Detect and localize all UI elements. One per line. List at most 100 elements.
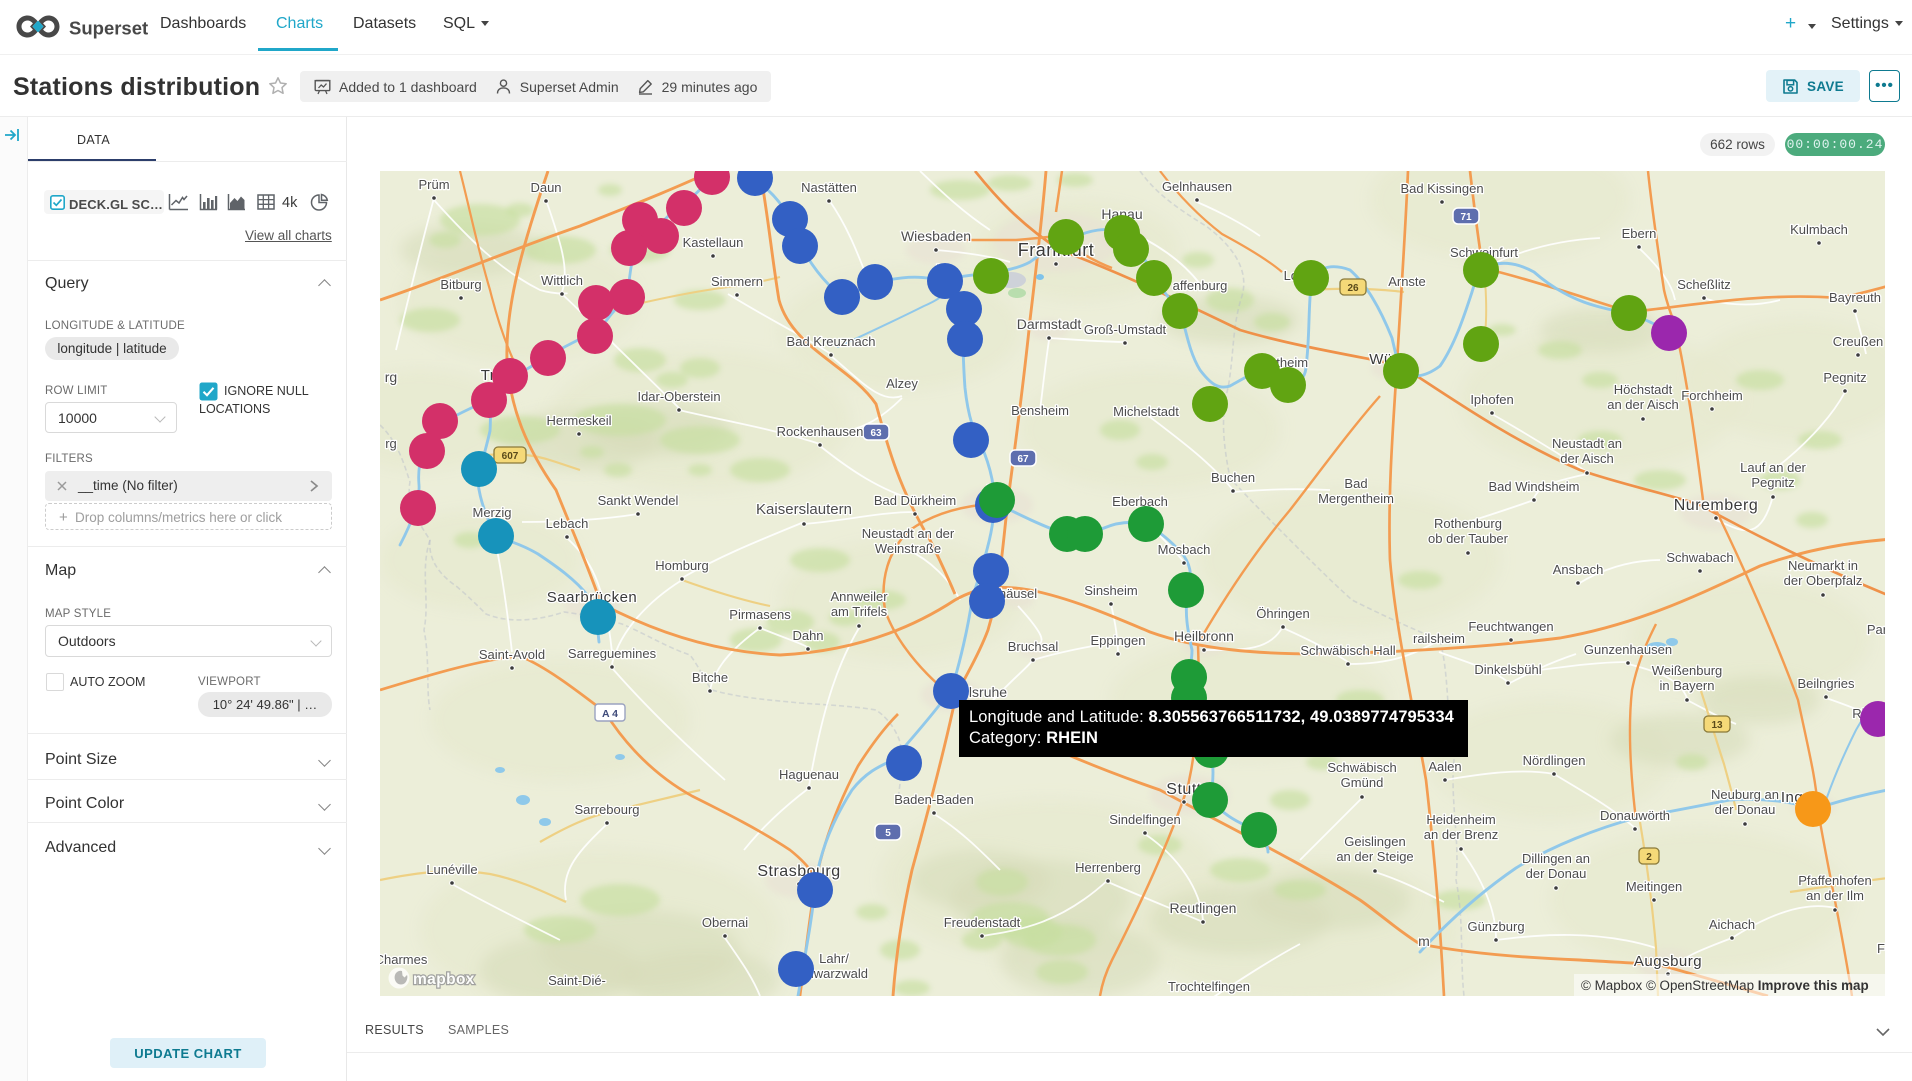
svg-text:Schwabach: Schwabach xyxy=(1666,550,1733,565)
svg-text:Heidenheim: Heidenheim xyxy=(1426,812,1495,827)
svg-text:in Bayern: in Bayern xyxy=(1660,678,1715,693)
svg-text:Freudenstadt: Freudenstadt xyxy=(944,915,1021,930)
svg-text:Aichach: Aichach xyxy=(1709,917,1755,932)
svg-text:an der Ilm: an der Ilm xyxy=(1806,888,1864,903)
svg-text:Gunzenhausen: Gunzenhausen xyxy=(1584,642,1672,657)
svg-text:der Donau: der Donau xyxy=(1526,866,1587,881)
svg-text:Weißenburg: Weißenburg xyxy=(1652,663,1723,678)
svg-text:Dahn: Dahn xyxy=(792,628,823,643)
svg-text:Sindelfingen: Sindelfingen xyxy=(1109,812,1181,827)
svg-text:Pfaffenhofen: Pfaffenhofen xyxy=(1798,873,1872,888)
svg-text:F: F xyxy=(1877,941,1885,956)
svg-text:Bad Kissingen: Bad Kissingen xyxy=(1400,181,1483,196)
svg-text:Idar-Oberstein: Idar-Oberstein xyxy=(637,389,720,404)
svg-text:der Donau: der Donau xyxy=(1715,802,1776,817)
svg-text:Öhringen: Öhringen xyxy=(1256,606,1309,621)
svg-text:Aalen: Aalen xyxy=(1428,759,1461,774)
svg-text:Obernai: Obernai xyxy=(702,915,748,930)
svg-text:Schwäbisch: Schwäbisch xyxy=(1327,760,1396,775)
svg-text:71: 71 xyxy=(1460,212,1472,223)
svg-text:Neumarkt in: Neumarkt in xyxy=(1788,558,1858,573)
svg-text:Daun: Daun xyxy=(530,180,561,195)
svg-text:Creußen: Creußen xyxy=(1833,334,1884,349)
svg-text:Sinsheim: Sinsheim xyxy=(1084,583,1137,598)
svg-text:63: 63 xyxy=(870,428,882,439)
svg-text:Heilbronn: Heilbronn xyxy=(1174,628,1234,644)
svg-text:an der Brenz: an der Brenz xyxy=(1424,827,1498,842)
svg-text:© Mapbox © OpenStreetMap Impro: © Mapbox © OpenStreetMap Improve this ma… xyxy=(1581,978,1869,993)
svg-text:Höchstadt: Höchstadt xyxy=(1614,382,1673,397)
svg-text:mapbox: mapbox xyxy=(413,971,475,988)
svg-text:Pegnitz: Pegnitz xyxy=(1751,475,1794,490)
svg-text:Mosbach: Mosbach xyxy=(1158,542,1211,557)
svg-text:2: 2 xyxy=(1646,852,1652,863)
svg-text:Ansbach: Ansbach xyxy=(1553,562,1604,577)
svg-text:der Oberpfalz: der Oberpfalz xyxy=(1784,573,1863,588)
svg-text:der Aisch: der Aisch xyxy=(1560,451,1613,466)
svg-text:Weinstraße: Weinstraße xyxy=(875,541,941,556)
svg-text:Günzburg: Günzburg xyxy=(1467,919,1524,934)
svg-text:Meitingen: Meitingen xyxy=(1626,879,1682,894)
svg-text:Rockenhausen: Rockenhausen xyxy=(777,424,864,439)
svg-text:Neuburg an: Neuburg an xyxy=(1711,787,1779,802)
svg-text:Lauf an der: Lauf an der xyxy=(1740,460,1806,475)
svg-text:Charmes: Charmes xyxy=(380,952,428,967)
svg-text:Sarreguemines: Sarreguemines xyxy=(568,646,657,661)
svg-text:Bayreuth: Bayreuth xyxy=(1829,290,1881,305)
svg-text:Bitburg: Bitburg xyxy=(440,277,481,292)
svg-text:Iphofen: Iphofen xyxy=(1470,392,1513,407)
svg-text:Pirmasens: Pirmasens xyxy=(729,607,791,622)
svg-text:an der Aisch: an der Aisch xyxy=(1607,397,1679,412)
svg-text:Annweiler: Annweiler xyxy=(830,589,888,604)
svg-text:Bitche: Bitche xyxy=(692,670,728,685)
svg-text:rg: rg xyxy=(385,369,397,385)
svg-text:Bruchsal: Bruchsal xyxy=(1008,639,1059,654)
svg-text:Saint-Avold: Saint-Avold xyxy=(479,647,545,662)
svg-text:lsruhe: lsruhe xyxy=(969,684,1007,700)
svg-text:Bensheim: Bensheim xyxy=(1011,403,1069,418)
svg-text:Forchheim: Forchheim xyxy=(1681,388,1742,403)
svg-text:Bad Dürkheim: Bad Dürkheim xyxy=(874,493,956,508)
svg-text:an der Steige: an der Steige xyxy=(1336,849,1413,864)
svg-text:rg: rg xyxy=(385,436,397,451)
svg-text:Sankt Wendel: Sankt Wendel xyxy=(598,493,679,508)
svg-text:Augsburg: Augsburg xyxy=(1634,953,1702,970)
svg-text:Nördlingen: Nördlingen xyxy=(1523,753,1586,768)
svg-text:Lunéville: Lunéville xyxy=(426,862,477,877)
svg-text:Nuremberg: Nuremberg xyxy=(1674,497,1759,514)
svg-text:Neustadt an der: Neustadt an der xyxy=(862,526,955,541)
svg-text:Lahr/: Lahr/ xyxy=(819,951,849,966)
svg-text:Saint-Dié-: Saint-Dié- xyxy=(548,973,606,988)
svg-text:Schwäbisch Hall: Schwäbisch Hall xyxy=(1300,643,1395,658)
svg-text:Kastellaun: Kastellaun xyxy=(683,235,744,250)
svg-text:Michelstadt: Michelstadt xyxy=(1113,404,1179,419)
svg-text:Buchen: Buchen xyxy=(1211,470,1255,485)
svg-text:Geislingen: Geislingen xyxy=(1344,834,1405,849)
svg-text:Strasbourg: Strasbourg xyxy=(757,863,840,880)
svg-text:Gmünd: Gmünd xyxy=(1341,775,1384,790)
svg-text:67: 67 xyxy=(1017,454,1029,465)
svg-text:Trochtelfingen: Trochtelfingen xyxy=(1168,979,1250,994)
svg-text:affenburg: affenburg xyxy=(1173,278,1228,293)
svg-text:Sarrebourg: Sarrebourg xyxy=(574,802,639,817)
svg-text:Kulmbach: Kulmbach xyxy=(1790,222,1848,237)
svg-text:Neustadt an: Neustadt an xyxy=(1552,436,1622,451)
svg-text:607: 607 xyxy=(502,451,519,462)
svg-text:Ebern: Ebern xyxy=(1622,226,1657,241)
svg-text:Alzey: Alzey xyxy=(886,376,918,391)
svg-text:ob der Tauber: ob der Tauber xyxy=(1428,531,1509,546)
svg-text:Gelnhausen: Gelnhausen xyxy=(1162,179,1232,194)
svg-text:Reutlingen: Reutlingen xyxy=(1170,900,1237,916)
svg-text:Wittlich: Wittlich xyxy=(541,273,583,288)
svg-text:Dinkelsbühl: Dinkelsbühl xyxy=(1474,662,1541,677)
svg-text:Donauwörth: Donauwörth xyxy=(1600,808,1670,823)
svg-text:Dillingen an: Dillingen an xyxy=(1522,851,1590,866)
svg-text:m: m xyxy=(1418,933,1430,949)
svg-text:Merzig: Merzig xyxy=(472,505,511,520)
svg-text:Pegnitz: Pegnitz xyxy=(1823,370,1866,385)
svg-text:13: 13 xyxy=(1711,720,1723,731)
svg-text:Eberbach: Eberbach xyxy=(1112,494,1168,509)
svg-text:Eppingen: Eppingen xyxy=(1091,633,1146,648)
svg-text:am Trifels: am Trifels xyxy=(831,604,888,619)
svg-text:Beilngries: Beilngries xyxy=(1797,676,1855,691)
